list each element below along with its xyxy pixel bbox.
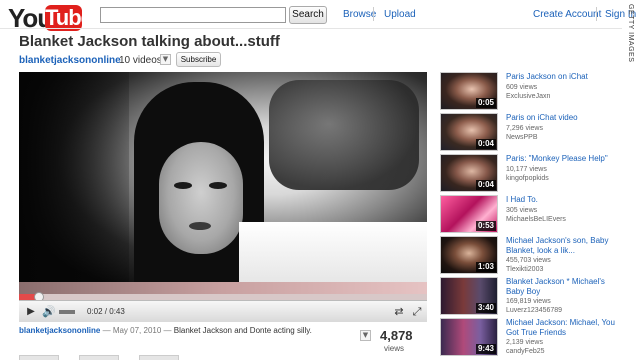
video-thumbnail[interactable]: 0:53 <box>440 195 498 233</box>
related-video-title[interactable]: Michael Jackson: Michael, You Got True F… <box>506 318 622 338</box>
related-video-views: 455,703 views <box>506 257 551 264</box>
video-duration: 1:03 <box>475 262 496 272</box>
related-video-views: 2,139 views <box>506 339 543 346</box>
related-video-author: kingofpopkids <box>506 175 549 182</box>
related-video-author: ExclusiveJaxn <box>506 93 551 100</box>
player-controls: ▶ 🔊 0:02 / 0:43 ⇄ ⤢ <box>19 300 427 322</box>
video-title: Blanket Jackson talking about...stuff <box>19 33 280 50</box>
related-video-views: 609 views <box>506 84 538 91</box>
related-video-author: Tlexikti2003 <box>506 266 544 273</box>
header-divider <box>0 28 622 29</box>
frame-eye <box>209 182 227 189</box>
video-thumbnail[interactable]: 0:04 <box>440 154 498 192</box>
expand-icon[interactable]: ⇄ <box>391 304 407 320</box>
volume-icon[interactable]: 🔊 <box>41 304 57 320</box>
frame-face <box>159 142 243 254</box>
upload-date: — May 07, 2010 — <box>102 326 172 335</box>
related-video-title[interactable]: Blanket Jackson * Michael's Baby Boy <box>506 277 622 297</box>
volume-slider[interactable] <box>59 310 75 314</box>
related-video-views: 305 views <box>506 207 538 214</box>
related-video-author: NewsPPB <box>506 134 538 141</box>
frame-shadow <box>19 72 129 294</box>
related-video-item[interactable]: 1:03 Michael Jackson's son, Baby Blanket,… <box>440 236 622 276</box>
search-input[interactable] <box>100 7 286 23</box>
related-video-title[interactable]: Paris: "Monkey Please Help" <box>506 154 622 164</box>
video-thumbnail[interactable]: 0:04 <box>440 113 498 151</box>
related-video-item[interactable]: 9:43 Michael Jackson: Michael, You Got Tr… <box>440 318 622 358</box>
video-duration: 9:43 <box>475 344 496 354</box>
chevron-down-icon[interactable]: ▼ <box>360 330 371 341</box>
video-thumbnail[interactable]: 1:03 <box>440 236 498 274</box>
video-thumbnail[interactable]: 0:05 <box>440 72 498 110</box>
video-duration: 0:05 <box>475 98 496 108</box>
related-video-author: Luverz123456789 <box>506 307 563 314</box>
frame-background <box>269 80 419 190</box>
related-video-views: 169,819 views <box>506 298 551 305</box>
play-icon[interactable]: ▶ <box>23 304 39 320</box>
related-video-title[interactable]: Paris Jackson on iChat <box>506 72 622 82</box>
view-count: 4,878 <box>380 328 413 343</box>
video-frame[interactable] <box>19 72 427 294</box>
create-account-link[interactable]: Create Account <box>533 9 601 20</box>
related-video-author: MichaelsBeLIEvers <box>506 216 566 223</box>
nav-separator <box>373 7 374 21</box>
video-info-bar: blanketjacksononline — May 07, 2010 — Bl… <box>19 326 407 342</box>
time-display: 0:02 / 0:43 <box>87 307 125 316</box>
related-video-title[interactable]: Michael Jackson's son, Baby Blanket, loo… <box>506 236 622 256</box>
related-video-views: 10,177 views <box>506 166 547 173</box>
search-button[interactable]: Search <box>289 6 327 24</box>
frame-mouth <box>189 222 211 230</box>
related-video-title[interactable]: I Had To. <box>506 195 622 205</box>
related-video-views: 7,296 views <box>506 125 543 132</box>
video-duration: 3:40 <box>475 303 496 313</box>
related-video-item[interactable]: 0:05 Paris Jackson on iChat 609 views Exclu… <box>440 72 622 112</box>
video-thumbnail[interactable]: 9:43 <box>440 318 498 356</box>
nav-browse-link[interactable]: Browse <box>343 9 376 20</box>
video-count: 10 videos <box>119 55 162 66</box>
tab[interactable] <box>139 355 179 360</box>
getty-watermark-text: GETTY IMAGES <box>627 4 634 63</box>
channel-link[interactable]: blanketjacksononline <box>19 55 121 66</box>
video-duration: 0:53 <box>475 221 496 231</box>
tab[interactable] <box>79 355 119 360</box>
video-thumbnail[interactable]: 3:40 <box>440 277 498 315</box>
chevron-down-icon[interactable]: ▼ <box>160 54 171 65</box>
frame-floor <box>19 282 427 294</box>
fullscreen-icon[interactable]: ⤢ <box>409 304 425 320</box>
related-video-item[interactable]: 0:04 Paris on iChat video 7,296 views NewsP… <box>440 113 622 153</box>
video-description: Blanket Jackson and Donte acting silly. <box>173 326 312 335</box>
related-video-item[interactable]: 3:40 Blanket Jackson * Michael's Baby Boy… <box>440 277 622 317</box>
frame-eye <box>174 182 192 189</box>
video-duration: 0:04 <box>475 180 496 190</box>
related-video-item[interactable]: 0:04 Paris: "Monkey Please Help" 10,177 vi… <box>440 154 622 194</box>
nav-separator <box>596 7 597 21</box>
view-count-label: views <box>384 344 405 353</box>
nav-upload-link[interactable]: Upload <box>384 9 416 20</box>
related-video-author: candyFeb25 <box>506 348 545 355</box>
getty-watermark: GETTY IMAGES <box>622 4 636 64</box>
subscribe-button[interactable]: Subscribe <box>176 52 221 67</box>
related-video-item[interactable]: 0:53 I Had To. 305 views MichaelsBeLIEvers <box>440 195 622 235</box>
uploader-link[interactable]: blanketjacksononline <box>19 326 100 335</box>
video-player[interactable]: ▶ 🔊 0:02 / 0:43 ⇄ ⤢ <box>19 72 427 322</box>
video-duration: 0:04 <box>475 139 496 149</box>
bottom-tabs <box>19 355 427 360</box>
tab[interactable] <box>19 355 59 360</box>
related-video-title[interactable]: Paris on iChat video <box>506 113 622 123</box>
